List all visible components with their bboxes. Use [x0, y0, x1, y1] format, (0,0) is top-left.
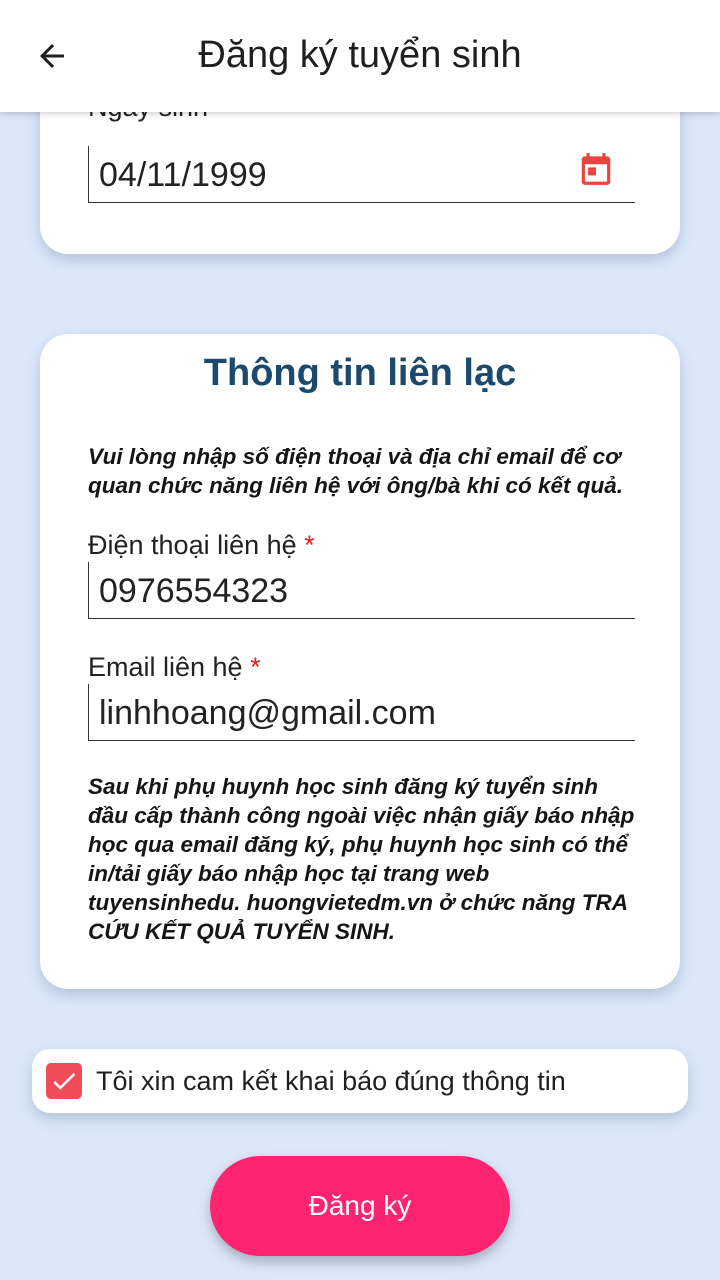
page-title: Đăng ký tuyển sinh — [198, 34, 522, 76]
birth-date-field[interactable]: 04/11/1999 — [88, 146, 635, 203]
required-mark: * — [304, 530, 315, 560]
phone-label-text: Điện thoại liên hệ — [88, 530, 297, 560]
section-title: Thông tin liên lạc — [203, 352, 517, 394]
app-bar: Đăng ký tuyển sinh — [0, 0, 720, 112]
commitment-row: Tôi xin cam kết khai báo đúng thông tin — [32, 1049, 688, 1113]
calendar-icon[interactable] — [577, 150, 615, 193]
email-label-text: Email liên hệ — [88, 652, 243, 682]
check-icon — [53, 1072, 76, 1090]
contact-footnote: Sau khi phụ huynh học sinh đăng ký tuyển… — [88, 774, 635, 944]
commitment-label: Tôi xin cam kết khai báo đúng thông tin — [96, 1066, 566, 1096]
phone-field[interactable]: 0976554323 — [88, 562, 635, 619]
contact-intro: Vui lòng nhập số điện thoại và địa chỉ e… — [88, 444, 624, 498]
birth-date-value: 04/11/1999 — [99, 156, 267, 194]
commitment-checkbox[interactable] — [46, 1063, 82, 1099]
phone-value: 0976554323 — [99, 572, 289, 610]
required-mark: * — [250, 652, 261, 682]
contact-card: Thông tin liên lạc Vui lòng nhập số điện… — [40, 334, 680, 989]
email-field[interactable]: linhhoang@gmail.com — [88, 684, 635, 741]
submit-label: Đăng ký — [308, 1190, 412, 1221]
phone-label: Điện thoại liên hệ * — [88, 530, 315, 561]
submit-button[interactable]: Đăng ký — [210, 1156, 510, 1256]
email-label: Email liên hệ * — [88, 652, 261, 683]
email-value: linhhoang@gmail.com — [99, 694, 436, 732]
